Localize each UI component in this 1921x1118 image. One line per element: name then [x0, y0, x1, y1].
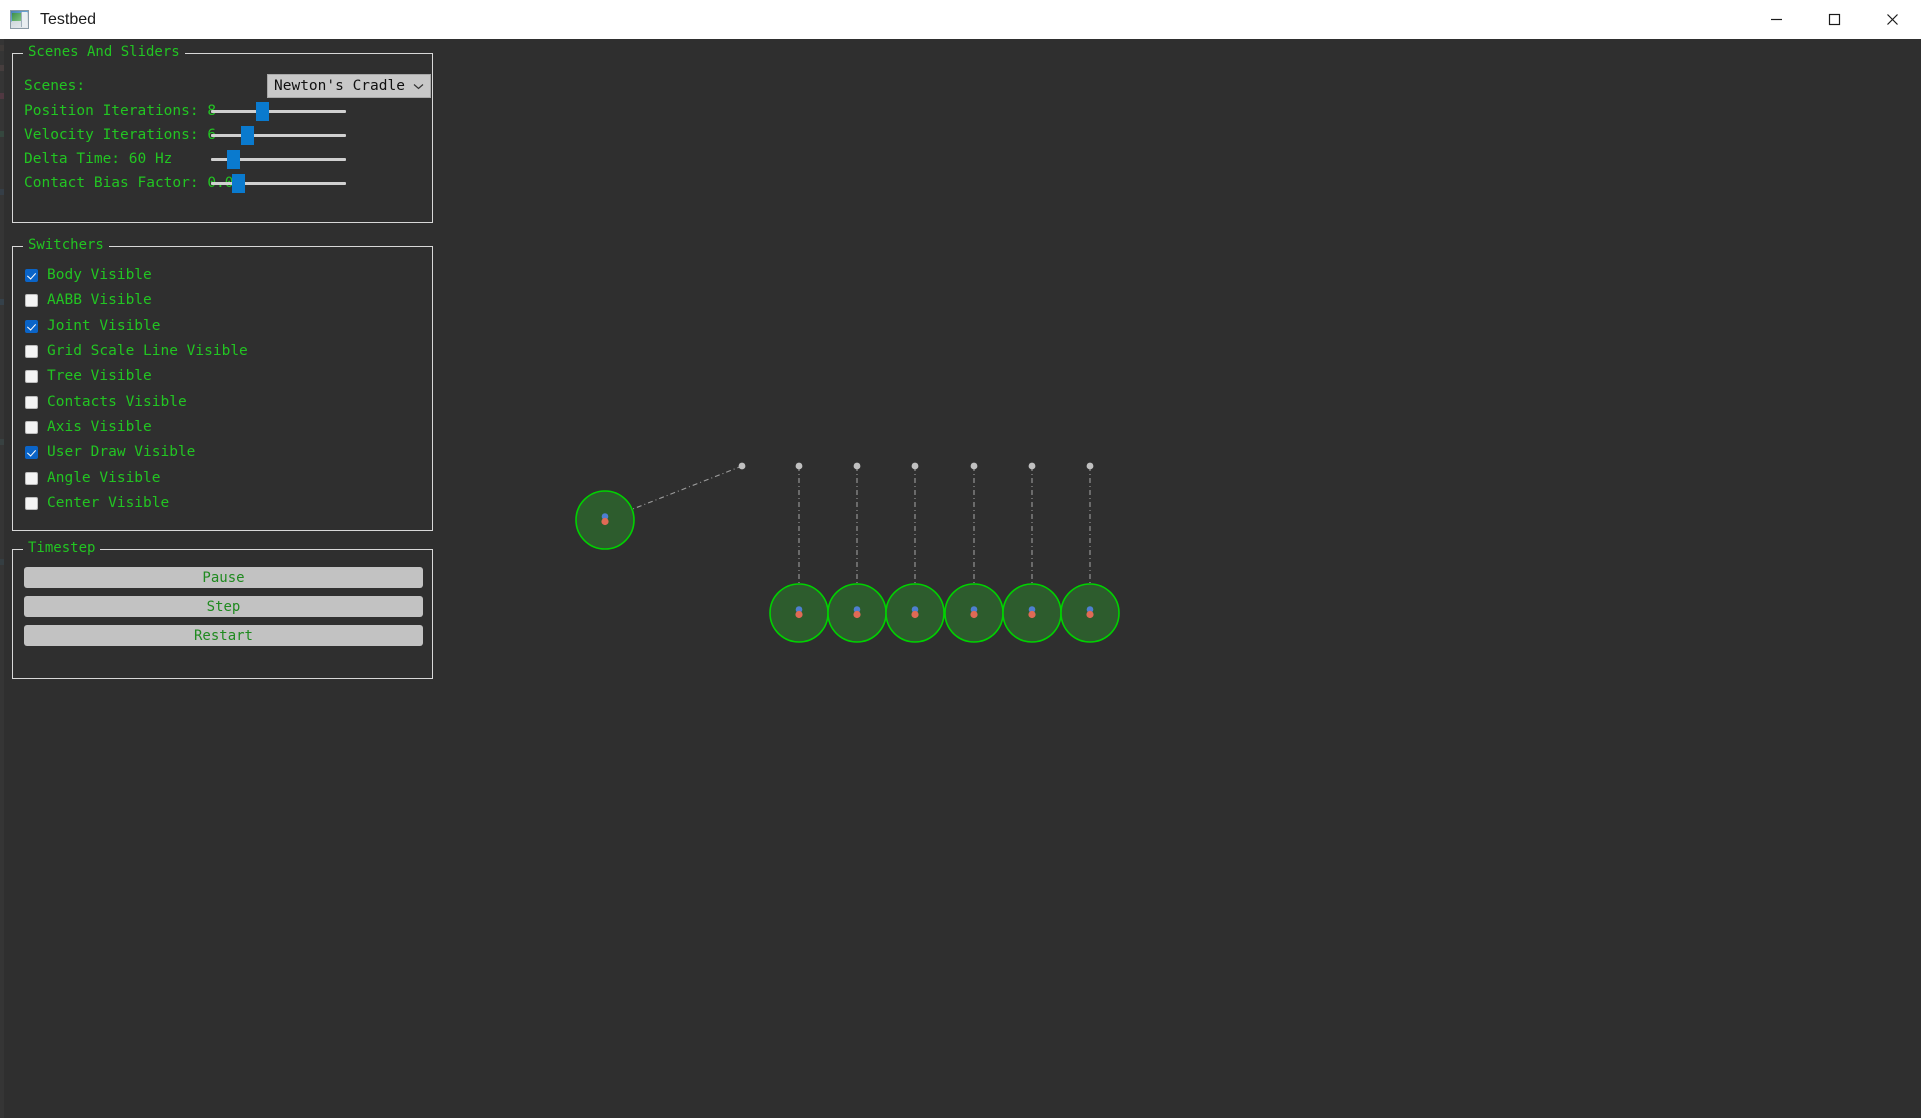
timestep-group-title: Timestep: [23, 540, 101, 556]
maximize-icon[interactable]: [1805, 0, 1863, 39]
center-dot-red: [1028, 610, 1036, 619]
delta-time-slider[interactable]: [211, 147, 346, 171]
checkbox-icon[interactable]: [25, 319, 38, 333]
scenes-and-sliders-group: Scenes And Sliders Scenes: Newton's Crad…: [12, 44, 433, 223]
switcher-label: Contacts Visible: [47, 394, 187, 410]
switcher-tree-visible[interactable]: Tree Visible: [25, 365, 152, 387]
checkbox-icon[interactable]: [25, 471, 38, 485]
center-dot-red: [1086, 610, 1094, 619]
rigid-body-ball[interactable]: [885, 583, 945, 643]
joint-anchor-dot: [1086, 462, 1094, 470]
chevron-down-icon: [413, 78, 424, 94]
switcher-axis-visible[interactable]: Axis Visible: [25, 416, 152, 438]
switcher-label: Center Visible: [47, 495, 170, 511]
switcher-contacts-visible[interactable]: Contacts Visible: [25, 391, 187, 413]
switcher-aabb-visible[interactable]: AABB Visible: [25, 289, 152, 311]
slider-thumb[interactable]: [241, 126, 254, 145]
center-dot-red: [853, 610, 861, 619]
simulation-canvas-area[interactable]: Scenes And Sliders Scenes: Newton's Crad…: [0, 39, 1921, 1118]
scenes-label: Scenes:: [24, 78, 86, 94]
switcher-user-draw-visible[interactable]: User Draw Visible: [25, 441, 195, 463]
joint-anchor-dot: [738, 462, 746, 470]
window-controls: [1747, 0, 1921, 39]
checkbox-icon[interactable]: [25, 369, 38, 383]
switcher-angle-visible[interactable]: Angle Visible: [25, 467, 161, 489]
switcher-label: Axis Visible: [47, 419, 152, 435]
contact-bias-factor-label: Contact Bias Factor: 0.02: [24, 175, 243, 191]
switcher-center-visible[interactable]: Center Visible: [25, 492, 169, 514]
center-dot-red: [970, 610, 978, 619]
rigid-body-ball[interactable]: [769, 583, 829, 643]
checkbox-icon[interactable]: [25, 344, 38, 358]
center-dot-red: [795, 610, 803, 619]
minimize-icon[interactable]: [1747, 0, 1805, 39]
switchers-group-title: Switchers: [23, 237, 109, 253]
pause-button[interactable]: Pause: [24, 567, 423, 588]
checkbox-icon[interactable]: [25, 293, 38, 307]
joint-anchor-dot: [1028, 462, 1036, 470]
switcher-label: Joint Visible: [47, 318, 161, 334]
slider-thumb[interactable]: [232, 174, 245, 193]
scene-select-row: Scenes: Newton's Cradle: [24, 74, 431, 98]
app-window-icon: [10, 10, 29, 29]
center-dot-red: [911, 610, 919, 619]
close-icon[interactable]: [1863, 0, 1921, 39]
timestep-group: Timestep Pause Step Restart: [12, 540, 433, 679]
checkbox-icon[interactable]: [25, 445, 38, 459]
switcher-label: Angle Visible: [47, 470, 161, 486]
switcher-label: AABB Visible: [47, 292, 152, 308]
velocity-iterations-slider[interactable]: [211, 123, 346, 147]
window-titlebar: Testbed: [0, 0, 1921, 40]
scene-dropdown-value: Newton's Cradle: [274, 78, 405, 94]
slider-track: [211, 110, 346, 113]
velocity-iterations-label: Velocity Iterations: 6: [24, 127, 217, 143]
slider-track: [211, 134, 346, 137]
contact-bias-factor-slider[interactable]: [211, 171, 346, 195]
checkbox-icon[interactable]: [25, 420, 38, 434]
position-iterations-slider[interactable]: [211, 99, 346, 123]
delta-time-label: Delta Time: 60 Hz: [24, 151, 173, 167]
joint-anchor-dot: [795, 462, 803, 470]
switcher-label: Body Visible: [47, 267, 152, 283]
checkbox-icon[interactable]: [25, 395, 38, 409]
joint-anchor-dot: [911, 462, 919, 470]
scene-dropdown[interactable]: Newton's Cradle: [267, 74, 431, 98]
rigid-body-ball[interactable]: [944, 583, 1004, 643]
rigid-body-ball[interactable]: [827, 583, 887, 643]
switcher-label: Grid Scale Line Visible: [47, 343, 248, 359]
rigid-body-ball[interactable]: [1060, 583, 1120, 643]
position-iterations-label: Position Iterations: 8: [24, 103, 217, 119]
switcher-grid-scale-line-visible[interactable]: Grid Scale Line Visible: [25, 340, 248, 362]
switchers-group: Switchers Body Visible AABB Visible Join…: [12, 237, 433, 531]
rigid-body-ball[interactable]: [575, 490, 635, 550]
center-dot-red: [601, 517, 609, 526]
window-title: Testbed: [40, 11, 97, 28]
switcher-label: User Draw Visible: [47, 444, 196, 460]
slider-thumb[interactable]: [227, 150, 240, 169]
joint-anchor-dot: [970, 462, 978, 470]
switcher-joint-visible[interactable]: Joint Visible: [25, 315, 161, 337]
slider-thumb[interactable]: [256, 102, 269, 121]
switcher-body-visible[interactable]: Body Visible: [25, 264, 152, 286]
checkbox-icon[interactable]: [25, 496, 38, 510]
step-button[interactable]: Step: [24, 596, 423, 617]
restart-button[interactable]: Restart: [24, 625, 423, 646]
joint-anchor-dot: [853, 462, 861, 470]
checkbox-icon[interactable]: [25, 268, 38, 282]
scenes-group-title: Scenes And Sliders: [23, 44, 185, 60]
rigid-body-ball[interactable]: [1002, 583, 1062, 643]
switcher-label: Tree Visible: [47, 368, 152, 384]
